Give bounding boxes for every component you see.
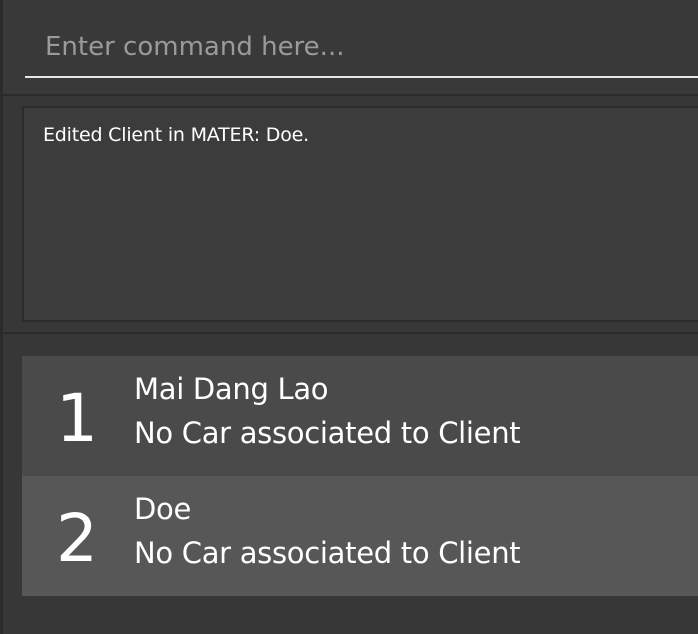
divider bbox=[3, 332, 698, 334]
client-car: No Car associated to Client bbox=[134, 416, 521, 450]
command-input[interactable] bbox=[25, 18, 698, 78]
result-display: Edited Client in MATER: Doe. bbox=[22, 106, 698, 322]
result-message: Edited Client in MATER: Doe. bbox=[43, 124, 309, 146]
list-item[interactable]: 2 Doe No Car associated to Client bbox=[22, 476, 698, 596]
client-car: No Car associated to Client bbox=[134, 536, 521, 570]
divider bbox=[3, 94, 698, 96]
client-list[interactable]: 1 Mai Dang Lao No Car associated to Clie… bbox=[22, 356, 698, 596]
client-name: Mai Dang Lao bbox=[134, 372, 329, 406]
client-name: Doe bbox=[134, 492, 192, 526]
client-index: 1 bbox=[56, 380, 98, 457]
client-index: 2 bbox=[56, 500, 98, 577]
app-window: Edited Client in MATER: Doe. 1 Mai Dang … bbox=[0, 0, 698, 634]
list-item[interactable]: 1 Mai Dang Lao No Car associated to Clie… bbox=[22, 356, 698, 476]
command-box bbox=[3, 0, 698, 94]
